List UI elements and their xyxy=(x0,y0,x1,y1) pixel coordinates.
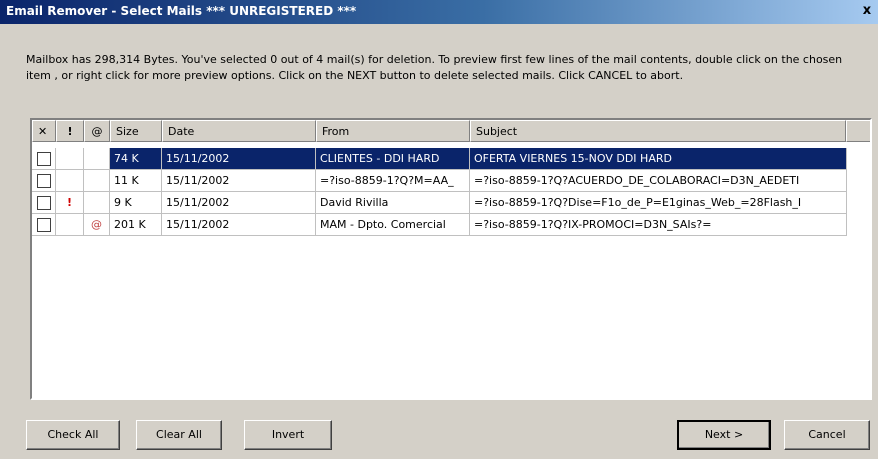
priority-icon: ! xyxy=(56,192,84,214)
delete-checkbox[interactable] xyxy=(37,174,51,188)
mail-date: 15/11/2002 xyxy=(162,170,316,192)
attachment-icon: @ xyxy=(84,214,110,236)
column-header-priority[interactable]: ! xyxy=(56,120,84,142)
list-header: ✕ ! @ Size Date From Subject xyxy=(32,120,870,142)
attachment-icon xyxy=(84,148,110,170)
mail-subject: =?iso-8859-1?Q?Dise=F1o_de_P=E1ginas_Web… xyxy=(470,192,847,214)
mail-row[interactable]: 11 K 15/11/2002 =?iso-8859-1?Q?M=AA_ =?i… xyxy=(32,170,847,192)
delete-checkbox[interactable] xyxy=(37,152,51,166)
mail-from: MAM - Dpto. Comercial xyxy=(316,214,470,236)
priority-icon xyxy=(56,148,84,170)
check-all-button[interactable]: Check All xyxy=(26,420,120,450)
attachment-icon xyxy=(84,170,110,192)
title-bar: Email Remover - Select Mails *** UNREGIS… xyxy=(0,0,878,24)
cancel-button[interactable]: Cancel xyxy=(784,420,870,450)
close-icon[interactable]: x xyxy=(860,3,874,18)
mail-row[interactable]: ! 9 K 15/11/2002 David Rivilla =?iso-885… xyxy=(32,192,847,214)
mail-list[interactable]: ✕ ! @ Size Date From Subject 74 K 15/11/… xyxy=(30,118,872,400)
mail-from: David Rivilla xyxy=(316,192,470,214)
delete-checkbox-cell xyxy=(32,214,56,236)
window-title: Email Remover - Select Mails *** UNREGIS… xyxy=(6,4,357,18)
column-header-from[interactable]: From xyxy=(316,120,470,142)
next-button[interactable]: Next > xyxy=(677,420,771,450)
priority-icon xyxy=(56,214,84,236)
delete-checkbox-cell xyxy=(32,192,56,214)
mail-subject: OFERTA VIERNES 15-NOV DDI HARD xyxy=(470,148,847,170)
delete-checkbox-cell xyxy=(32,170,56,192)
status-message: Mailbox has 298,314 Bytes. You've select… xyxy=(26,53,843,82)
mail-date: 15/11/2002 xyxy=(162,148,316,170)
mail-size: 11 K xyxy=(110,170,162,192)
invert-button[interactable]: Invert xyxy=(244,420,332,450)
mail-date: 15/11/2002 xyxy=(162,192,316,214)
delete-checkbox[interactable] xyxy=(37,196,51,210)
mail-subject: =?iso-8859-1?Q?ACUERDO_DE_COLABORACI=D3N… xyxy=(470,170,847,192)
mail-row[interactable]: @ 201 K 15/11/2002 MAM - Dpto. Comercial… xyxy=(32,214,847,236)
mail-size: 9 K xyxy=(110,192,162,214)
mail-size: 74 K xyxy=(110,148,162,170)
mail-date: 15/11/2002 xyxy=(162,214,316,236)
mail-subject: =?iso-8859-1?Q?IX-PROMOCI=D3N_SAIs?= xyxy=(470,214,847,236)
column-header-filler xyxy=(846,120,870,142)
priority-icon xyxy=(56,170,84,192)
mail-row[interactable]: 74 K 15/11/2002 CLIENTES - DDI HARD OFER… xyxy=(32,148,847,170)
column-header-attachment[interactable]: @ xyxy=(84,120,110,142)
attachment-icon xyxy=(84,192,110,214)
mail-from: =?iso-8859-1?Q?M=AA_ xyxy=(316,170,470,192)
delete-checkbox-cell xyxy=(32,148,56,170)
delete-checkbox[interactable] xyxy=(37,218,51,232)
column-header-subject[interactable]: Subject xyxy=(470,120,846,142)
column-header-date[interactable]: Date xyxy=(162,120,316,142)
mail-size: 201 K xyxy=(110,214,162,236)
clear-all-button[interactable]: Clear All xyxy=(136,420,222,450)
column-header-delete[interactable]: ✕ xyxy=(32,120,56,142)
column-header-size[interactable]: Size xyxy=(110,120,162,142)
mail-from: CLIENTES - DDI HARD xyxy=(316,148,470,170)
